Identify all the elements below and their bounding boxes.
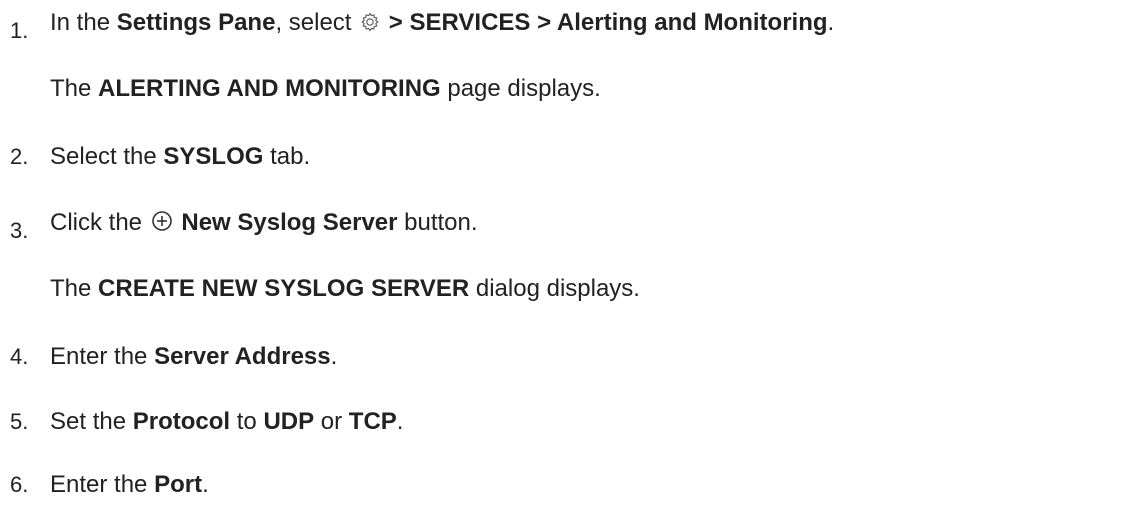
ui-term: New Syslog Server [174,209,398,236]
step-number: 2. [10,144,29,169]
text-run: . [827,9,835,36]
text-run: button. [397,209,478,236]
ui-term: UDP [263,408,315,435]
ui-term: TCP [348,408,397,435]
text-run: In the [50,9,117,36]
ui-path: > SERVICES > Alerting and Monitoring [382,9,828,36]
ui-term: ALERTING AND MONITORING [98,75,441,102]
text-run: , select [275,9,359,36]
ui-term: Protocol [132,408,231,435]
gear-icon [360,10,380,40]
text-run: page displays. [440,75,601,102]
text-run: Set the [50,408,133,435]
step-text: Enter the Server Address. [50,342,337,372]
text-run: The [50,75,99,102]
ui-term: Port [154,471,203,498]
step-number: 1. [10,18,29,43]
step-number: 5. [10,409,29,434]
ui-term: CREATE NEW SYSLOG SERVER [98,275,470,302]
result-text: The CREATE NEW SYSLOG SERVER dialog disp… [50,274,640,304]
text-run: Enter the [50,471,155,498]
step-number: 4. [10,344,29,369]
text-run: to [230,408,264,435]
text-run: Enter the [50,343,155,370]
step-text: Enter the Port. [50,470,209,500]
plus-circle-icon [151,210,173,240]
ui-term: Server Address [154,343,331,370]
text-run: tab. [263,143,311,170]
step-number: 3. [10,218,29,243]
ui-term: SYSLOG [163,143,264,170]
text-run: . [330,343,338,370]
text-run: . [202,471,209,498]
result-text: The ALERTING AND MONITORING page display… [50,74,601,104]
step-text: Select the SYSLOG tab. [50,142,310,172]
text-run: Select the [50,143,164,170]
text-run: Click the [50,209,149,236]
text-run: The [50,275,99,302]
text-run: dialog displays. [469,275,640,302]
step-text: In the Settings Pane, select > SERVICES … [50,8,834,40]
step-text: Click the New Syslog Server button. [50,208,478,240]
ui-term: Settings Pane [116,9,276,36]
text-run: . [396,408,404,435]
step-text: Set the Protocol to UDP or TCP. [50,407,403,437]
step-number: 6. [10,472,29,497]
text-run: or [314,408,349,435]
